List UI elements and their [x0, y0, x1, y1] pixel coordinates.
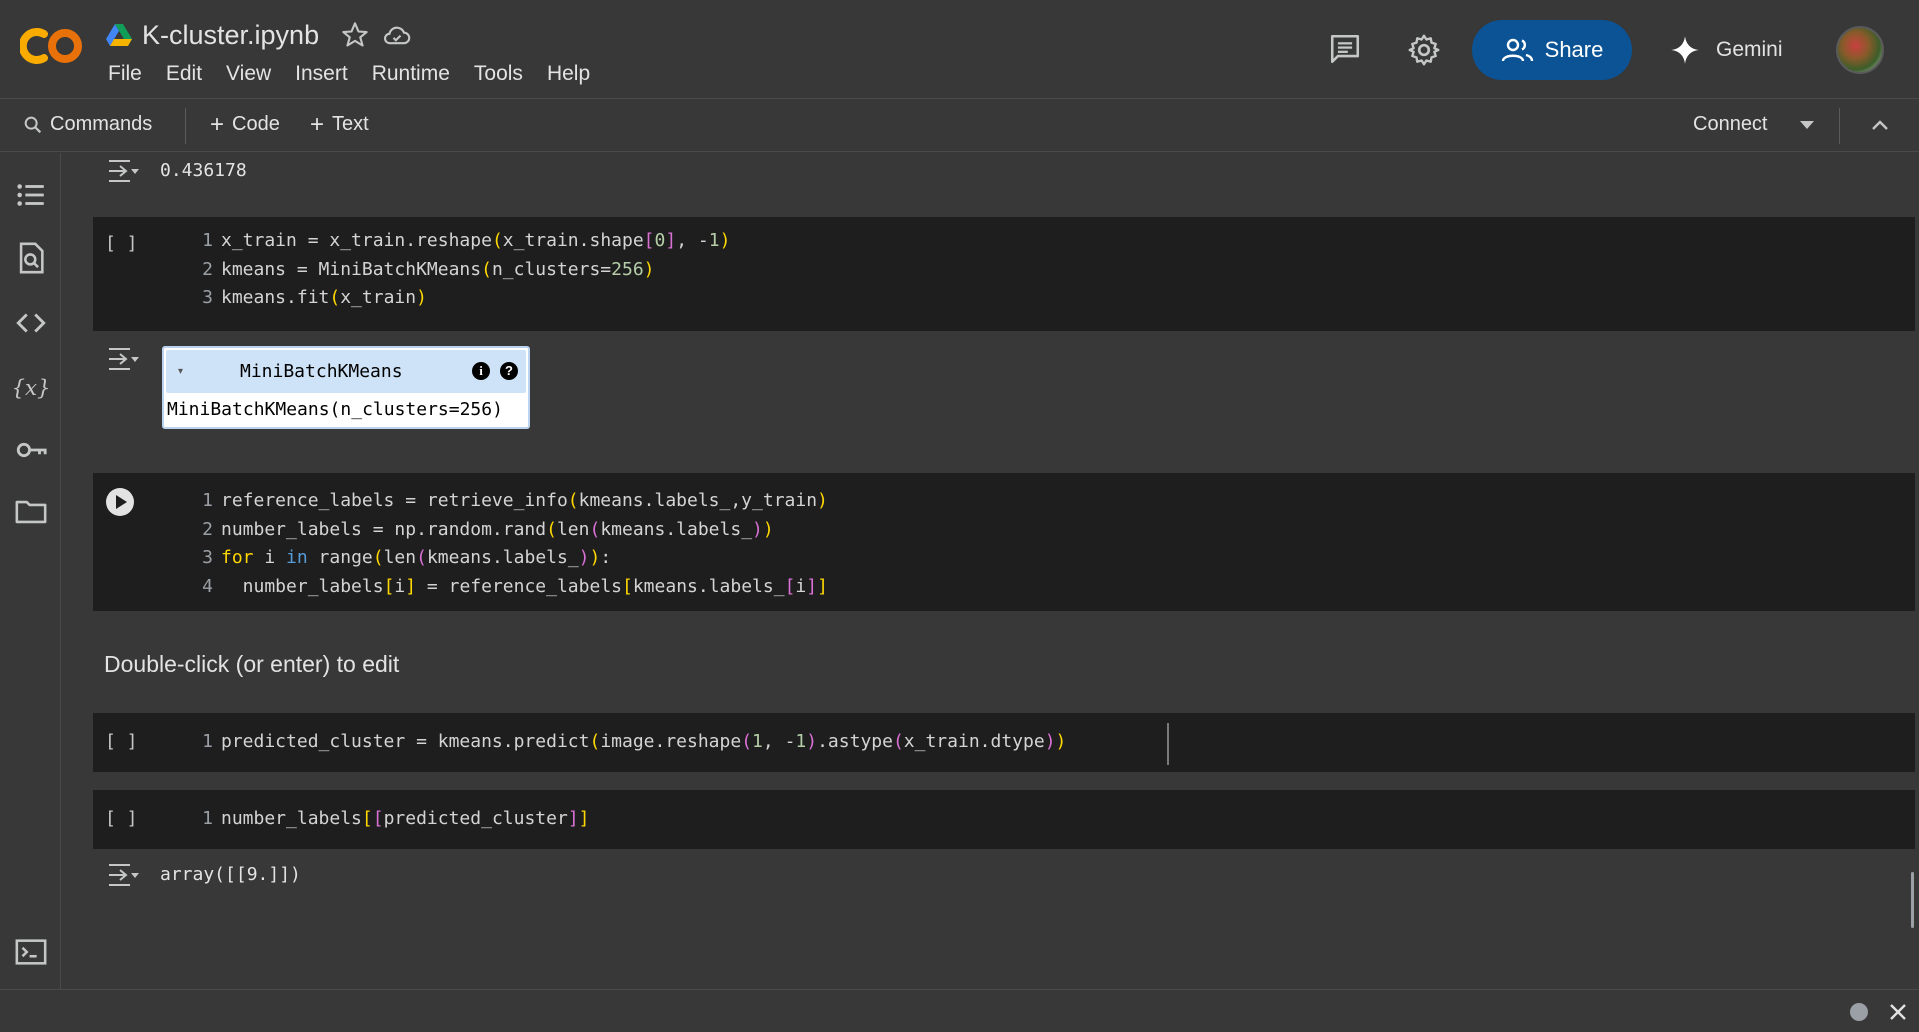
output-icon[interactable]: [106, 861, 140, 889]
scrollbar-thumb[interactable]: [1911, 872, 1914, 928]
menu-bar: File Edit View Insert Runtime Tools Help: [108, 62, 614, 86]
menu-tools[interactable]: Tools: [474, 62, 523, 86]
code-snippets-icon[interactable]: [14, 306, 48, 340]
gemini-button[interactable]: Gemini: [1670, 30, 1783, 70]
variables-icon[interactable]: {x}: [11, 371, 50, 405]
commands-button[interactable]: Commands: [22, 113, 152, 136]
comment-icon[interactable]: [1328, 32, 1362, 66]
model-widget[interactable]: ▾ MiniBatchKMeans i ? MiniBatchKMeans(n_…: [162, 346, 530, 429]
output-icon[interactable]: [106, 157, 140, 185]
notebook: 0.436178 [ ] 1 x_train = x_train.reshape(…: [62, 153, 1919, 989]
menu-help[interactable]: Help: [547, 62, 590, 86]
colab-logo[interactable]: [20, 26, 86, 66]
menu-file[interactable]: File: [108, 62, 142, 86]
code-cell[interactable]: [ ] 1 number_labels[[predicted_cluster]]: [93, 790, 1915, 849]
menu-view[interactable]: View: [226, 62, 271, 86]
add-text-label: Text: [332, 113, 369, 135]
add-code-label: Code: [232, 113, 280, 135]
plus-icon: +: [210, 110, 225, 138]
editor-cursor: [1167, 723, 1169, 765]
document-title[interactable]: K-cluster.ipynb: [142, 20, 319, 51]
toolbar: Commands + Code + Text Connect: [0, 100, 1919, 152]
code-editor[interactable]: 1 reference_labels = retrieve_info(kmeans…: [185, 487, 828, 601]
add-text-button[interactable]: + Text: [310, 110, 369, 138]
terminal-icon[interactable]: [14, 935, 48, 969]
star-icon[interactable]: [341, 21, 369, 49]
run-cell-button[interactable]: [ ]: [105, 731, 138, 752]
plus-icon: +: [310, 110, 325, 138]
find-icon[interactable]: [14, 241, 48, 275]
left-rail: {x}: [0, 153, 61, 989]
status-bar: [0, 989, 1919, 1032]
code-editor[interactable]: 1 x_train = x_train.reshape(x_train.shape…: [185, 227, 730, 313]
model-name: MiniBatchKMeans: [240, 361, 403, 382]
key-icon[interactable]: [14, 433, 48, 467]
gemini-label: Gemini: [1716, 38, 1783, 61]
cloud-icon[interactable]: [383, 21, 411, 49]
sparkle-icon: [1671, 36, 1699, 64]
chevron-up-icon[interactable]: [1868, 114, 1892, 138]
status-indicator: [1850, 1003, 1868, 1021]
connect-button[interactable]: Connect: [1693, 113, 1768, 136]
collapse-arrow-icon[interactable]: ▾: [178, 366, 183, 377]
output-icon[interactable]: [106, 345, 140, 373]
model-header[interactable]: ▾ MiniBatchKMeans i ?: [166, 350, 526, 393]
run-cell-button[interactable]: [ ]: [105, 233, 138, 254]
code-editor[interactable]: 1 number_labels[[predicted_cluster]]: [185, 805, 589, 834]
chevron-down-icon[interactable]: [1797, 118, 1817, 132]
toolbar-divider: [1839, 108, 1840, 144]
title-row: K-cluster.ipynb: [106, 18, 411, 52]
search-icon: [24, 116, 42, 133]
commands-label: Commands: [50, 113, 153, 135]
svg-text:{x}: {x}: [14, 376, 48, 401]
info-icon[interactable]: i: [472, 362, 490, 380]
toolbar-divider: [185, 108, 186, 144]
menu-insert[interactable]: Insert: [295, 62, 348, 86]
output-text: array([[9.]]): [160, 864, 301, 885]
drive-icon[interactable]: [106, 23, 132, 47]
menu-edit[interactable]: Edit: [166, 62, 202, 86]
people-icon: [1501, 38, 1533, 62]
output-text: 0.436178: [160, 160, 247, 181]
run-cell-button[interactable]: [ ]: [105, 808, 138, 829]
model-repr: MiniBatchKMeans(n_clusters=256): [167, 399, 503, 420]
table-of-contents-icon[interactable]: [14, 178, 48, 212]
share-button[interactable]: Share: [1472, 20, 1632, 80]
code-editor[interactable]: 1 predicted_cluster = kmeans.predict(imag…: [185, 728, 1066, 757]
gear-icon[interactable]: [1406, 32, 1442, 68]
avatar[interactable]: [1836, 26, 1884, 74]
play-icon[interactable]: [105, 487, 135, 517]
header: K-cluster.ipynb File Edit View Insert Ru…: [0, 0, 1919, 99]
markdown-cell[interactable]: Double-click (or enter) to edit: [104, 651, 399, 678]
share-label: Share: [1544, 37, 1604, 62]
code-cell[interactable]: [ ] 1 predicted_cluster = kmeans.predict(…: [93, 713, 1915, 772]
folder-icon[interactable]: [14, 495, 48, 529]
code-cell[interactable]: 1 reference_labels = retrieve_info(kmeans…: [93, 473, 1915, 611]
add-code-button[interactable]: + Code: [210, 110, 280, 138]
code-cell[interactable]: [ ] 1 x_train = x_train.reshape(x_train.s…: [93, 217, 1915, 331]
help-icon[interactable]: ?: [500, 362, 518, 380]
menu-runtime[interactable]: Runtime: [372, 62, 450, 86]
close-icon[interactable]: [1886, 1000, 1910, 1024]
